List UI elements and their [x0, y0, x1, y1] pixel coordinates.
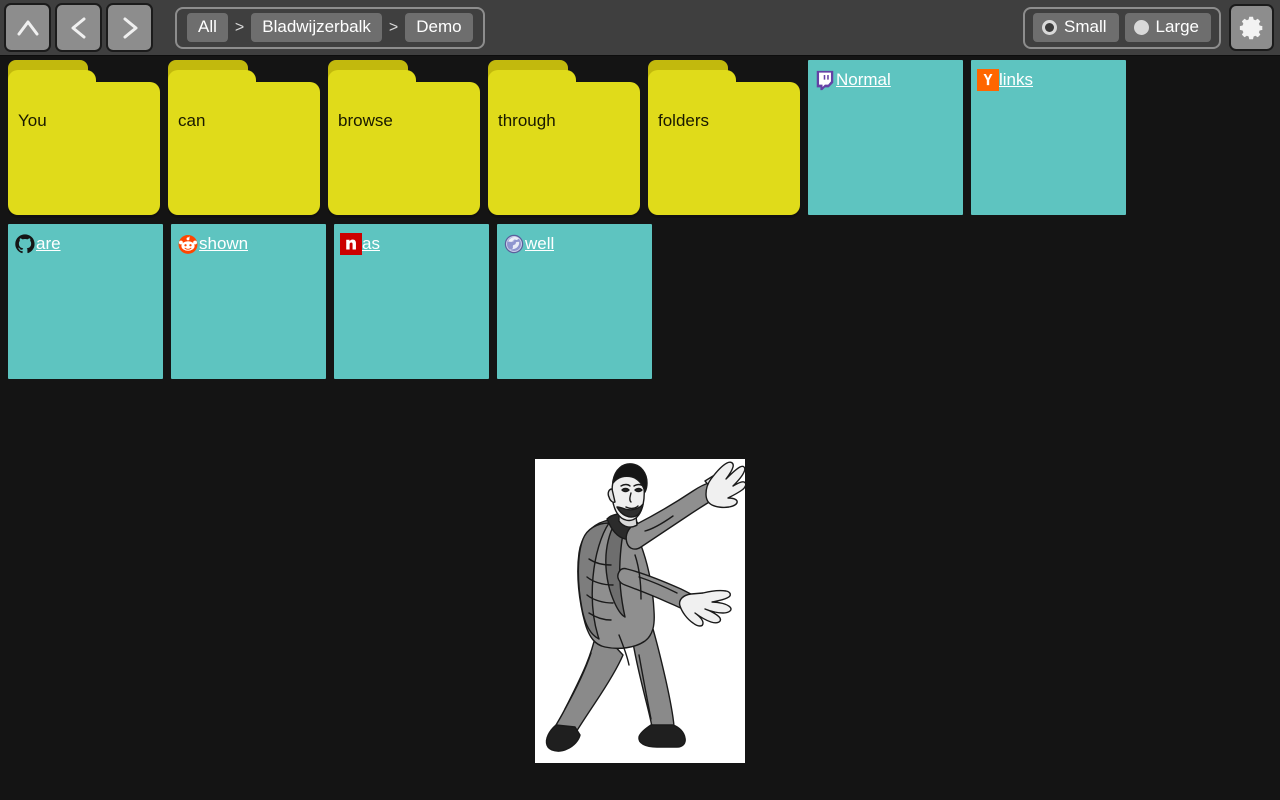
link-tile[interactable]: are: [8, 224, 163, 379]
link-tile-header: as: [334, 224, 489, 255]
chevron-up-icon: [17, 20, 38, 35]
radio-label-large: Large: [1155, 17, 1199, 36]
folder-body-shape: [488, 70, 640, 215]
breadcrumb: All > Bladwijzerbalk > Demo: [175, 6, 485, 49]
radio-option-small[interactable]: Small: [1033, 13, 1119, 42]
toolbar: All > Bladwijzerbalk > Demo Small Large: [0, 0, 1280, 56]
folder-label: browse: [338, 111, 393, 130]
link-label: well: [525, 234, 555, 253]
settings-button[interactable]: [1229, 4, 1274, 51]
drake-pointing-illustration: [535, 459, 745, 763]
back-button[interactable]: [55, 3, 102, 52]
folder-label: can: [178, 111, 206, 130]
folder-tile[interactable]: through: [488, 60, 640, 215]
forward-button[interactable]: [106, 3, 153, 52]
github-icon: [14, 233, 36, 255]
folder-body-shape: [168, 70, 320, 215]
breadcrumb-item-bladwijzerbalk[interactable]: Bladwijzerbalk: [251, 13, 382, 42]
breadcrumb-separator: >: [388, 18, 399, 36]
link-tile-header: are: [8, 224, 163, 255]
folder-tile[interactable]: You: [8, 60, 160, 215]
link-tile-header: well: [497, 224, 652, 255]
link-tile[interactable]: well: [497, 224, 652, 379]
folder-label: through: [498, 111, 556, 130]
radio-option-large[interactable]: Large: [1124, 13, 1211, 42]
folder-body-shape: [328, 70, 480, 215]
radio-dot-small-icon: [1042, 19, 1057, 35]
folder-label: folders: [658, 111, 710, 130]
chevron-right-icon: [123, 17, 137, 38]
navigation-buttons: [4, 3, 153, 52]
tile-row: are shown as well: [0, 224, 1280, 379]
link-tile[interactable]: Normal: [808, 60, 963, 215]
link-label: links: [999, 70, 1034, 89]
folder-tile[interactable]: folders: [648, 60, 800, 215]
folder-tile[interactable]: can: [168, 60, 320, 215]
globe-icon: [503, 233, 525, 255]
toolbar-right-group: Small Large: [1023, 4, 1276, 51]
breadcrumb-item-all[interactable]: All: [187, 13, 228, 42]
radio-dot-large-icon: [1133, 19, 1149, 35]
up-button[interactable]: [4, 3, 51, 52]
tile-size-radio-group: Small Large: [1023, 6, 1221, 49]
link-tile-header: links: [971, 60, 1126, 91]
folder-body-shape: [648, 70, 800, 215]
link-label: as: [362, 234, 380, 253]
link-tile[interactable]: shown: [171, 224, 326, 379]
link-label: are: [36, 234, 61, 253]
radio-label-small: Small: [1064, 17, 1107, 36]
link-tile-header: Normal: [808, 60, 963, 91]
gear-icon: [1239, 16, 1262, 39]
link-label: Normal: [836, 70, 891, 89]
chevron-left-icon: [71, 17, 85, 38]
link-tile-header: shown: [171, 224, 326, 255]
link-label: shown: [199, 234, 249, 253]
ycombinator-icon: [977, 69, 999, 91]
folder-body-shape: [8, 70, 160, 215]
tiles-area: You can browse through folders Normal li…: [0, 56, 1280, 800]
reddit-icon: [177, 233, 199, 255]
breadcrumb-separator: >: [234, 18, 245, 36]
twitch-icon: [814, 69, 836, 91]
link-tile[interactable]: links: [971, 60, 1126, 215]
nu-icon: [340, 233, 362, 255]
folder-tile[interactable]: browse: [328, 60, 480, 215]
folder-label: You: [18, 111, 47, 130]
breadcrumb-item-demo[interactable]: Demo: [405, 13, 473, 42]
drake-pointing-illustration-svg: [535, 459, 745, 763]
tile-row: You can browse through folders Normal li…: [0, 60, 1280, 215]
link-tile[interactable]: as: [334, 224, 489, 379]
